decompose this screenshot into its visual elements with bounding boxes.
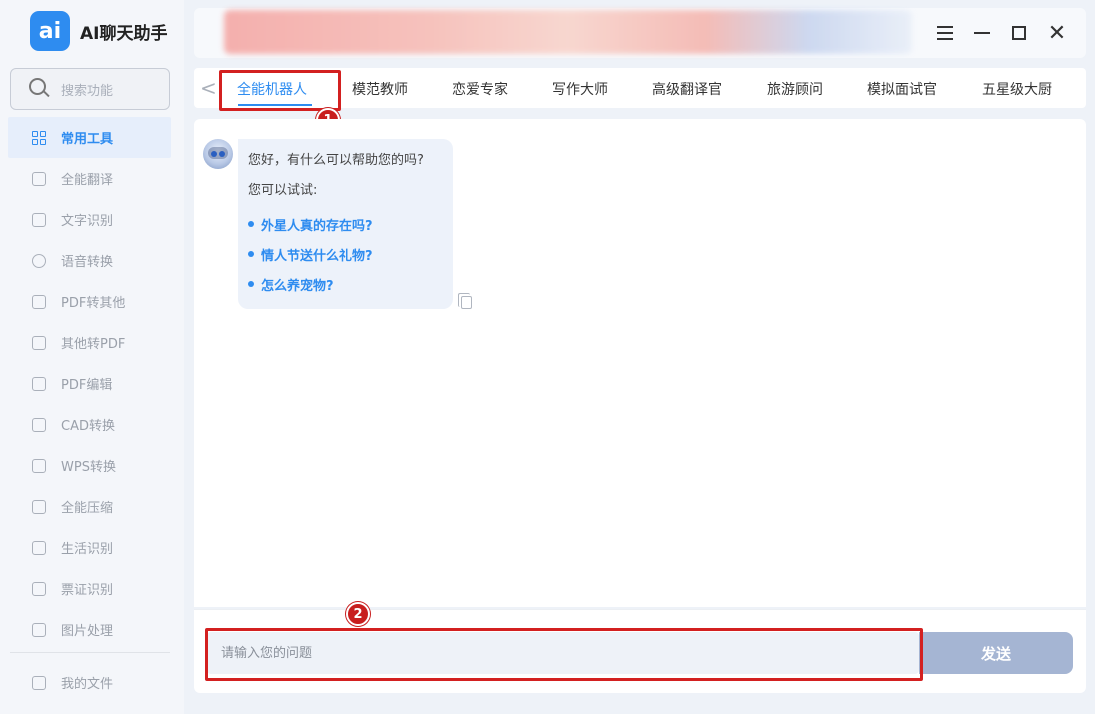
sidebar-nav: 常用工具 全能翻译 文字识别 语音转换 PDF转其他 其他转PDF PDF编辑 — [8, 117, 171, 650]
sidebar-item-id-recognition[interactable]: 票证识别 — [8, 568, 171, 609]
sidebar-item-voice-convert[interactable]: 语音转换 — [8, 240, 171, 281]
sidebar-item-my-files[interactable]: 我的文件 — [8, 662, 171, 703]
tab-five-star-chef[interactable]: 五星级大厨 — [982, 79, 1052, 99]
tab-travel-advisor[interactable]: 旅游顾问 — [767, 79, 823, 99]
sidebar-item-label: WPS转换 — [61, 460, 116, 475]
bullet-icon — [248, 251, 254, 257]
suggestion-item[interactable]: 外星人真的存在吗? — [248, 209, 443, 239]
compress-icon — [32, 499, 46, 514]
search-placeholder: 搜索功能 — [61, 83, 114, 99]
annotation-box-1 — [219, 70, 341, 111]
pdf-edit-icon — [32, 376, 46, 391]
sidebar-item-life-recognition[interactable]: 生活识别 — [8, 527, 171, 568]
camera-scan-icon — [32, 540, 46, 555]
robot-avatar — [203, 139, 233, 169]
search-icon — [29, 78, 51, 100]
bullet-icon — [248, 281, 254, 287]
chat-area: 您好，有什么可以帮助您的吗? 您可以试试: 外星人真的存在吗? 情人节送什么礼物… — [194, 119, 1086, 607]
annotation-box-2 — [205, 628, 923, 681]
minimize-button[interactable] — [969, 20, 995, 46]
assistant-message: 您好，有什么可以帮助您的吗? 您可以试试: 外星人真的存在吗? 情人节送什么礼物… — [238, 139, 453, 309]
annotation-badge-2: 2 — [346, 602, 370, 626]
title-bar: ✕ — [194, 8, 1086, 58]
sidebar-item-pdf-to-other[interactable]: PDF转其他 — [8, 281, 171, 322]
sidebar: ai AI聊天助手 搜索功能 常用工具 全能翻译 文字识别 语音转换 PDF转其… — [0, 0, 184, 714]
menu-icon — [937, 24, 953, 42]
sidebar-item-label: 常用工具 — [61, 132, 114, 147]
sidebar-item-label: 图片处理 — [61, 624, 114, 639]
copy-icon[interactable] — [458, 293, 472, 309]
sidebar-item-image-process[interactable]: 图片处理 — [8, 609, 171, 650]
maximize-button[interactable] — [1006, 20, 1032, 46]
tab-love-expert[interactable]: 恋爱专家 — [452, 79, 508, 99]
sidebar-item-label: 我的文件 — [61, 677, 114, 692]
sidebar-item-label: PDF编辑 — [61, 378, 113, 393]
sidebar-item-label: 票证识别 — [61, 583, 114, 598]
translate-icon — [32, 171, 46, 186]
sidebar-item-text-ocr[interactable]: 文字识别 — [8, 199, 171, 240]
suggestion-label: 怎么养宠物? — [261, 278, 334, 294]
app-logo-icon: ai — [30, 11, 70, 51]
sidebar-item-label: CAD转换 — [61, 419, 115, 434]
menu-button[interactable] — [932, 20, 958, 46]
audio-icon — [32, 253, 46, 268]
blurred-banner — [224, 10, 912, 54]
sidebar-item-pdf-edit[interactable]: PDF编辑 — [8, 363, 171, 404]
suggestion-label: 情人节送什么礼物? — [261, 248, 373, 264]
sidebar-item-label: 语音转换 — [61, 255, 114, 270]
sidebar-item-label: 生活识别 — [61, 542, 114, 557]
sidebar-item-label: 其他转PDF — [61, 337, 126, 352]
image-icon — [32, 622, 46, 637]
pdf-import-icon — [32, 335, 46, 350]
tab-model-teacher[interactable]: 模范教师 — [352, 79, 408, 99]
sidebar-item-label: PDF转其他 — [61, 296, 126, 311]
tab-mock-interviewer[interactable]: 模拟面试官 — [867, 79, 937, 99]
tab-senior-translator[interactable]: 高级翻译官 — [652, 79, 722, 99]
suggestion-label: 外星人真的存在吗? — [261, 218, 373, 234]
suggestion-item[interactable]: 情人节送什么礼物? — [248, 239, 443, 269]
grid-icon — [32, 130, 46, 145]
sidebar-item-other-to-pdf[interactable]: 其他转PDF — [8, 322, 171, 363]
sidebar-divider — [10, 652, 170, 653]
tab-writing-master[interactable]: 写作大师 — [552, 79, 608, 99]
sidebar-item-wps-convert[interactable]: WPS转换 — [8, 445, 171, 486]
app-title: AI聊天助手 — [80, 23, 168, 44]
sidebar-item-cad-convert[interactable]: CAD转换 — [8, 404, 171, 445]
sidebar-item-translate[interactable]: 全能翻译 — [8, 158, 171, 199]
sidebar-item-compress[interactable]: 全能压缩 — [8, 486, 171, 527]
sidebar-item-label: 全能翻译 — [61, 173, 114, 188]
bullet-icon — [248, 221, 254, 227]
id-card-icon — [32, 581, 46, 596]
sidebar-item-common-tools[interactable]: 常用工具 — [8, 117, 171, 158]
minimize-icon — [974, 32, 990, 34]
sidebar-item-label: 文字识别 — [61, 214, 114, 229]
hint-text: 您可以试试: — [248, 183, 318, 198]
pdf-export-icon — [32, 294, 46, 309]
wps-icon — [32, 458, 46, 473]
close-icon: ✕ — [1047, 20, 1067, 46]
scan-text-icon — [32, 212, 46, 227]
suggestion-item[interactable]: 怎么养宠物? — [248, 269, 443, 299]
folder-icon — [32, 675, 46, 690]
search-box[interactable]: 搜索功能 — [10, 68, 170, 110]
maximize-icon — [1012, 26, 1026, 40]
app-logo: ai AI聊天助手 — [30, 11, 167, 51]
chevron-left-icon[interactable]: < — [200, 76, 217, 100]
close-button[interactable]: ✕ — [1044, 20, 1070, 46]
sidebar-item-label: 全能压缩 — [61, 501, 114, 516]
send-button[interactable]: 发送 — [919, 632, 1073, 674]
greeting-text: 您好，有什么可以帮助您的吗? — [248, 153, 424, 168]
cad-icon — [32, 417, 46, 432]
